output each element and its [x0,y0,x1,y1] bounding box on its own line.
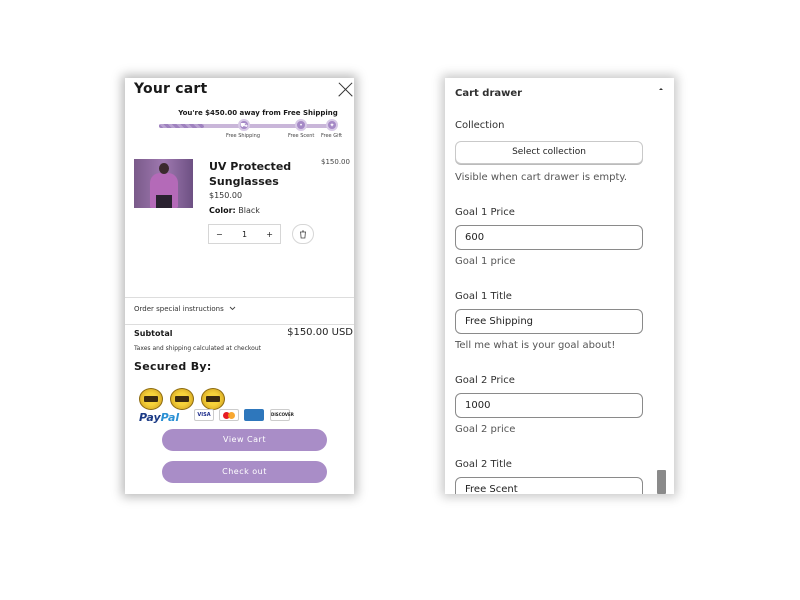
settings-panel: Cart drawer Collection Select collection… [445,78,674,494]
visa-icon: VISA [194,409,214,421]
order-instructions-label: Order special instructions [134,305,224,313]
goal2-price-label: Goal 2 Price [455,375,515,386]
shipping-progress-fill [159,124,204,128]
goal-label-gift: Free Gift [321,133,343,139]
scent-icon: • [295,119,307,131]
divider [125,297,354,298]
product-image[interactable] [134,159,193,208]
subtotal-label: Subtotal [134,329,173,338]
view-cart-button[interactable]: View Cart [162,429,327,451]
cart-drawer-preview: Your cart You're $450.00 away from Free … [125,78,354,494]
mastercard-icon [219,409,239,421]
close-icon[interactable] [338,82,353,97]
goal1-title-help: Tell me what is your goal about! [455,340,616,351]
paypal-logo-text-2: Pal [160,411,180,424]
order-instructions-toggle[interactable]: Order special instructions [134,305,236,313]
variant-value: Black [238,206,260,215]
paypal-verified-badge-icon [170,388,194,410]
gift-icon: ✦ [326,119,338,131]
tax-note: Taxes and shipping calculated at checkou… [134,345,261,352]
goal2-price-help: Goal 2 price [455,424,516,435]
chevron-up-icon[interactable] [657,85,665,93]
minus-button[interactable]: − [216,230,223,239]
goal2-title-label: Goal 2 Title [455,459,512,470]
truck-icon: ⛟ [238,119,250,131]
secured-by-heading: Secured By: [134,360,212,373]
paypal-logo: PayPal [139,411,179,424]
product-price: $150.00 [209,191,243,200]
cart-title: Your cart [134,81,208,97]
section-title: Cart drawer [455,88,523,99]
product-line-price: $150.00 [321,158,350,166]
trash-icon [300,230,306,238]
goal2-price-input[interactable] [455,393,643,418]
goal2-title-input[interactable] [455,477,643,494]
checkout-button[interactable]: Check out [162,461,327,483]
collection-label: Collection [455,120,505,131]
variant-label: Color: [209,206,236,215]
trust-badge-icon [139,388,163,410]
goal1-price-help: Goal 1 price [455,256,516,267]
discover-icon: DISCOVER [270,409,294,421]
quantity-stepper[interactable]: − 1 + [208,224,281,244]
goal1-price-label: Goal 1 Price [455,207,515,218]
goal1-title-input[interactable] [455,309,643,334]
amex-icon [244,409,264,421]
product-variant: Color: Black [209,206,260,215]
goal1-title-label: Goal 1 Title [455,291,512,302]
secure-checkout-badge-icon [201,388,225,410]
product-name[interactable]: UV Protected Sunglasses [209,159,319,189]
paypal-logo-text-1: Pay [139,411,161,424]
select-collection-button[interactable]: Select collection [455,141,643,164]
collection-help: Visible when cart drawer is empty. [455,172,628,183]
subtotal-value: $150.00 USD [287,327,353,338]
goal1-price-input[interactable] [455,225,643,250]
remove-item-button[interactable] [292,224,314,244]
chevron-down-icon [229,306,236,311]
shipping-progress-message: You're $450.00 away from Free Shipping [178,109,338,117]
scrollbar-thumb[interactable] [657,470,666,494]
divider [125,324,354,325]
plus-button[interactable]: + [266,230,273,239]
goal-label-scent: Free Scent [288,133,315,139]
quantity-value[interactable]: 1 [242,230,247,239]
goal-label-shipping: Free Shipping [226,133,261,139]
